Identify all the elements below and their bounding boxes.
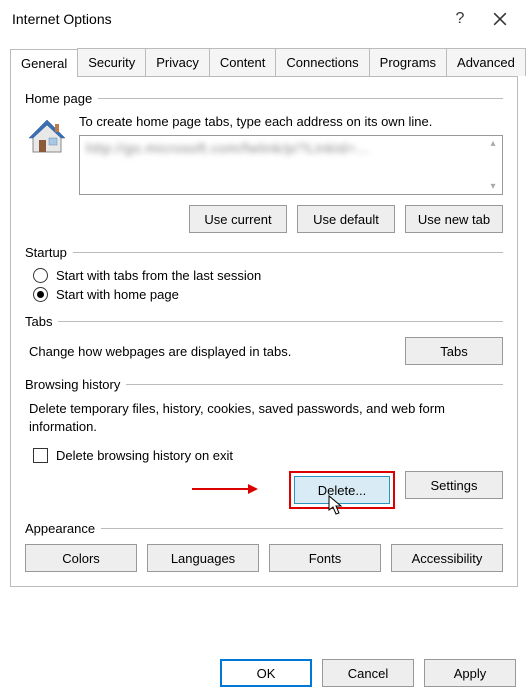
scroll-up-icon[interactable]: ▴ xyxy=(486,138,500,149)
settings-button[interactable]: Settings xyxy=(405,471,503,499)
window-title: Internet Options xyxy=(12,11,440,27)
radio-label: Start with home page xyxy=(56,287,179,302)
use-current-button[interactable]: Use current xyxy=(189,205,287,233)
accessibility-button[interactable]: Accessibility xyxy=(391,544,503,572)
homepage-group-label: Home page xyxy=(25,91,92,106)
use-new-tab-button[interactable]: Use new tab xyxy=(405,205,503,233)
checkbox-icon xyxy=(33,448,48,463)
tab-privacy[interactable]: Privacy xyxy=(145,48,210,76)
appearance-group: Appearance Colors Languages Fonts Access… xyxy=(25,521,503,572)
radio-home-page[interactable]: Start with home page xyxy=(33,287,503,302)
languages-button[interactable]: Languages xyxy=(147,544,259,572)
startup-group-label: Startup xyxy=(25,245,67,260)
tab-strip: General Security Privacy Content Connect… xyxy=(10,48,518,77)
apply-button[interactable]: Apply xyxy=(424,659,516,687)
title-bar: Internet Options ? xyxy=(0,0,528,38)
browsing-history-description: Delete temporary files, history, cookies… xyxy=(25,400,503,444)
radio-label: Start with tabs from the last session xyxy=(56,268,261,283)
tabs-group-label: Tabs xyxy=(25,314,52,329)
tabs-group: Tabs Change how webpages are displayed i… xyxy=(25,314,503,365)
tab-security[interactable]: Security xyxy=(77,48,146,76)
homepage-description: To create home page tabs, type each addr… xyxy=(79,114,503,129)
homepage-group: Home page To create home page tabs, type… xyxy=(25,91,503,233)
tab-programs[interactable]: Programs xyxy=(369,48,447,76)
annotation-highlight: Delete... xyxy=(289,471,395,509)
use-default-button[interactable]: Use default xyxy=(297,205,395,233)
tab-advanced[interactable]: Advanced xyxy=(446,48,526,76)
colors-button[interactable]: Colors xyxy=(25,544,137,572)
browsing-history-group-label: Browsing history xyxy=(25,377,120,392)
radio-icon xyxy=(33,287,48,302)
tab-general[interactable]: General xyxy=(10,49,78,77)
fonts-button[interactable]: Fonts xyxy=(269,544,381,572)
dialog-footer: OK Cancel Apply xyxy=(220,659,516,687)
home-icon xyxy=(25,114,69,158)
checkbox-label: Delete browsing history on exit xyxy=(56,448,233,463)
radio-last-session[interactable]: Start with tabs from the last session xyxy=(33,268,503,283)
tabs-button[interactable]: Tabs xyxy=(405,337,503,365)
close-button[interactable] xyxy=(480,4,520,34)
help-button[interactable]: ? xyxy=(440,4,480,34)
tab-connections[interactable]: Connections xyxy=(275,48,369,76)
annotation-arrow xyxy=(190,481,260,500)
scroll-down-icon[interactable]: ▾ xyxy=(486,181,500,192)
tab-content[interactable]: Content xyxy=(209,48,277,76)
general-panel: Home page To create home page tabs, type… xyxy=(10,77,518,587)
tabs-description: Change how webpages are displayed in tab… xyxy=(25,344,393,359)
cancel-button[interactable]: Cancel xyxy=(322,659,414,687)
startup-group: Startup Start with tabs from the last se… xyxy=(25,245,503,302)
radio-icon xyxy=(33,268,48,283)
ok-button[interactable]: OK xyxy=(220,659,312,687)
delete-on-exit-checkbox[interactable]: Delete browsing history on exit xyxy=(33,448,503,463)
delete-button[interactable]: Delete... xyxy=(294,476,390,504)
browsing-history-group: Browsing history Delete temporary files,… xyxy=(25,377,503,509)
appearance-group-label: Appearance xyxy=(25,521,95,536)
homepage-url-input[interactable]: http://go.microsoft.com/fwlink/p/?LinkId… xyxy=(79,135,503,195)
scrollbar[interactable]: ▴ ▾ xyxy=(486,138,500,192)
